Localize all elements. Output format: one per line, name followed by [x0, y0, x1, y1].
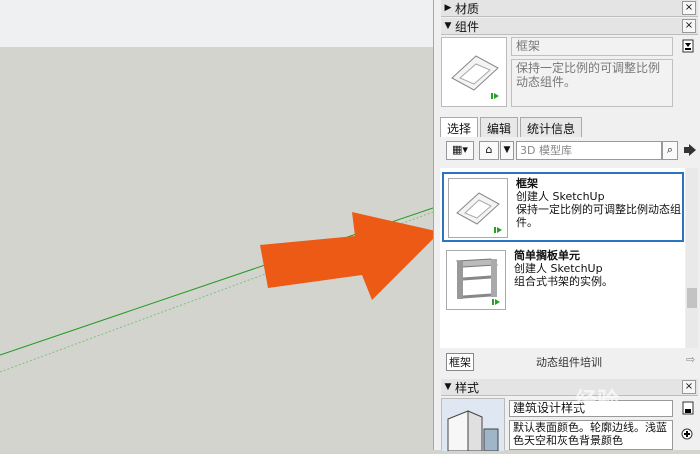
component-description-field[interactable]: 保持一定比例的可调整比例动态组件。 [511, 59, 673, 107]
item-author: 创建人 SketchUp [516, 190, 605, 203]
component-name-field[interactable]: 框架 [511, 37, 673, 56]
tab-select[interactable]: 选择 [440, 117, 479, 137]
component-footer: 框架 动态组件培训 ⇨ [440, 352, 698, 371]
shelf-thumbnail [446, 250, 506, 310]
expanded-triangle-icon: ▼ [444, 382, 452, 392]
style-thumbnail [441, 398, 505, 452]
list-item[interactable]: 简单搁板单元 创建人 SketchUp 组合式书架的实例。 [442, 246, 684, 316]
item-description: 保持一定比例的可调整比例动态组件。 [516, 203, 681, 229]
close-icon[interactable]: × [682, 1, 696, 15]
scrollbar-thumb[interactable] [687, 288, 697, 308]
list-item[interactable]: 框架 创建人 SketchUp 保持一定比例的可调整比例动态组件。 [442, 172, 684, 242]
search-icon[interactable]: ⌕ [662, 141, 678, 160]
search-input[interactable]: 3D 模型库 [516, 141, 662, 160]
display-secondary-icon[interactable] [682, 38, 694, 54]
frame-thumbnail [448, 178, 508, 238]
home-icon[interactable]: ⌂ [479, 141, 499, 160]
materials-panel-header[interactable]: ▶ 材质 × [441, 0, 698, 17]
style-preview-icon [442, 399, 504, 452]
item-description: 组合式书架的实例。 [514, 275, 613, 288]
close-icon[interactable]: × [682, 19, 696, 33]
scene-axes [0, 207, 433, 373]
dynamic-components-training-link[interactable]: 动态组件培训 [536, 354, 602, 370]
add-style-icon[interactable] [680, 426, 696, 442]
components-title: 组件 [455, 19, 480, 34]
components-panel-header[interactable]: ▼ 组件 × [441, 18, 698, 35]
expanded-triangle-icon: ▼ [444, 21, 452, 31]
frame-icon [451, 55, 499, 99]
list-scrollbar[interactable] [686, 168, 698, 348]
close-icon[interactable]: × [682, 380, 696, 394]
component-list: 框架 创建人 SketchUp 保持一定比例的可调整比例动态组件。 简单搁板单元… [440, 168, 685, 348]
materials-title: 材质 [455, 1, 480, 16]
style-description-field[interactable]: 默认表面颜色。轮廓边线。浅蓝色天空和灰色背景颜色 [509, 420, 673, 450]
item-title: 框架 [516, 177, 538, 190]
tab-edit[interactable]: 编辑 [480, 117, 519, 137]
styles-title: 样式 [455, 380, 480, 395]
watermark-text: 经验 [575, 389, 620, 414]
navigation-dropdown-icon[interactable]: ▼ [500, 141, 514, 160]
collection-name[interactable]: 框架 [446, 353, 474, 371]
item-title: 简单搁板单元 [514, 249, 580, 262]
shelf-icon [455, 258, 500, 305]
arrow-right-icon[interactable]: ⇨ [686, 353, 695, 366]
styles-panel-header[interactable]: ▼ 样式 × [441, 379, 698, 396]
save-style-icon[interactable] [682, 400, 694, 416]
orange-arrow-annotation [260, 212, 433, 300]
tab-statistics[interactable]: 统计信息 [520, 117, 583, 137]
item-author: 创建人 SketchUp [514, 262, 603, 275]
frame-icon [456, 192, 502, 233]
collapsed-triangle-icon: ▶ [444, 3, 452, 13]
component-tabs: 选择 编辑 统计信息 [440, 117, 584, 137]
details-arrow-icon[interactable] [683, 143, 697, 157]
selected-component-thumbnail [441, 37, 507, 107]
modeling-viewport[interactable] [0, 0, 433, 450]
view-options-icon[interactable]: ▦▾ [446, 141, 474, 160]
